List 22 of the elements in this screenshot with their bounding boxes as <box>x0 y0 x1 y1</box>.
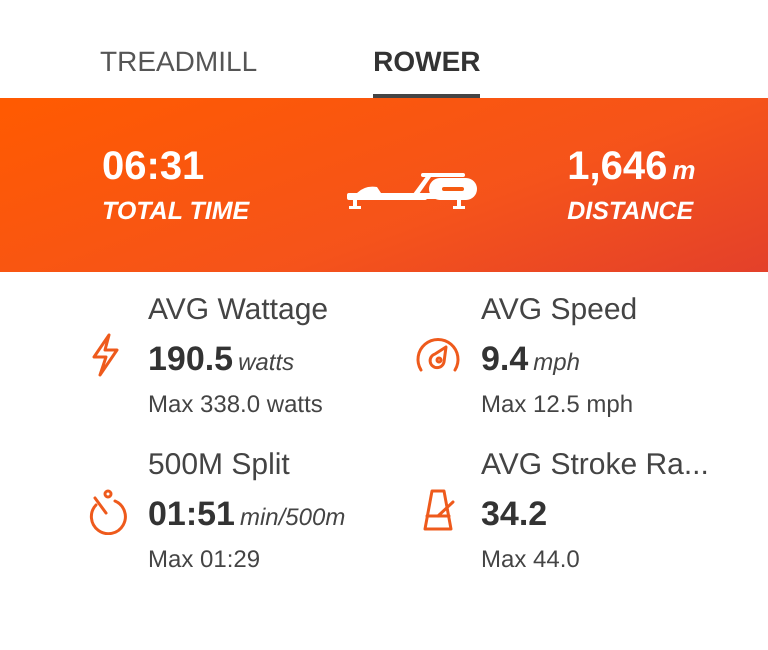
stat-max: Max 44.0 <box>481 546 581 574</box>
summary-value: 06:31 <box>102 144 204 189</box>
stat-title: 500M Split <box>148 447 291 483</box>
stat-max: Max 01:29 <box>148 546 262 574</box>
stat-unit: min/500m <box>240 504 346 532</box>
stat-title: AVG Wattage <box>148 292 328 328</box>
rowing-machine-icon <box>347 170 478 210</box>
summary-value: 1,646 <box>567 144 668 189</box>
stat-value: 190.5 <box>148 340 234 379</box>
stat-value: 9.4 <box>481 340 528 379</box>
stat-title: AVG Speed <box>481 292 638 328</box>
stat-unit: mph <box>533 349 580 377</box>
summary-label: DISTANCE <box>567 197 695 226</box>
summary-unit: m <box>672 155 696 186</box>
stat-value: 34.2 <box>481 495 548 534</box>
stat-max: Max 338.0 watts <box>148 391 324 419</box>
tab[interactable]: TREADMILL <box>100 0 258 98</box>
stat-max: Max 12.5 mph <box>481 391 634 419</box>
summary-label: TOTAL TIME <box>102 197 250 226</box>
stat-title: AVG Stroke Ra... <box>481 447 709 483</box>
stat-unit: watts <box>238 349 294 377</box>
stat-value: 01:51 <box>148 495 235 534</box>
